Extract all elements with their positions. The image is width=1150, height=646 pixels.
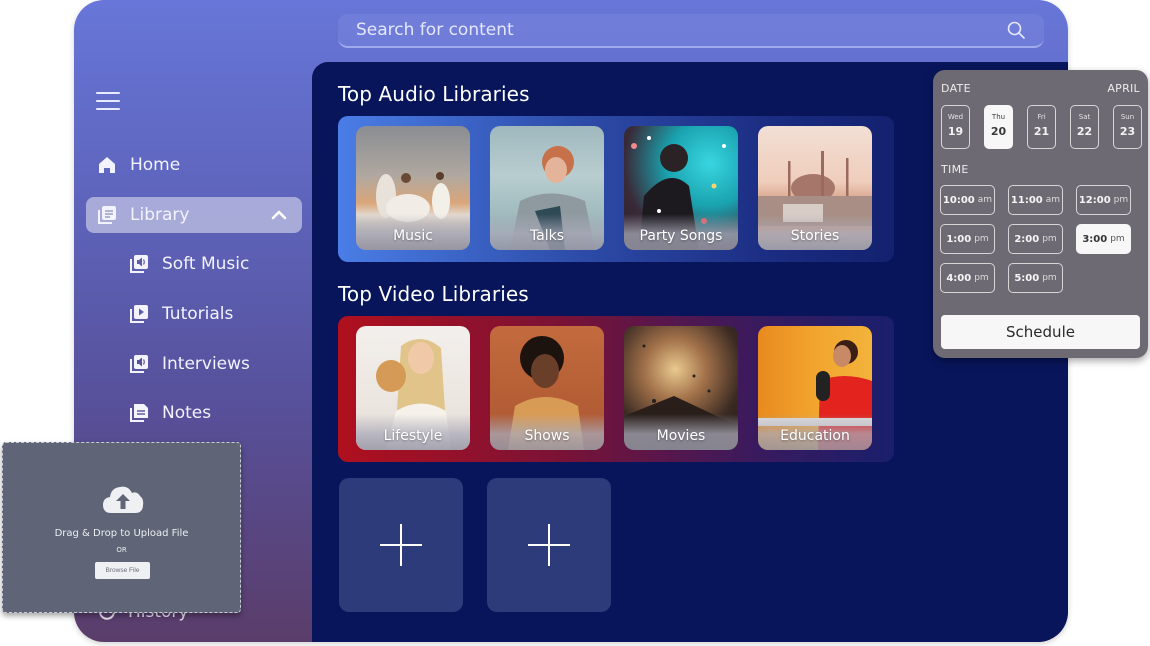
sidebar-item-tutorials[interactable]: Tutorials (118, 296, 308, 332)
slot-period: pm (1113, 195, 1129, 205)
tile-label: Shows (524, 428, 570, 444)
library-tile-lifestyle[interactable]: Lifestyle (356, 326, 470, 450)
day-name: Sat (1078, 113, 1091, 121)
day-name: Sun (1120, 113, 1135, 121)
day-option[interactable]: Fri 21 (1027, 105, 1056, 149)
date-label: DATE (941, 82, 971, 95)
sidebar-item-notes[interactable]: Notes (118, 395, 308, 431)
add-library-button[interactable] (487, 478, 611, 612)
sidebar-item-home[interactable]: Home (86, 147, 302, 183)
day-name: Wed (947, 113, 964, 121)
library-tile-education[interactable]: Education (758, 326, 872, 450)
library-tile-shows[interactable]: Shows (490, 326, 604, 450)
day-date: 21 (1033, 125, 1050, 138)
upload-or-label: OR (116, 546, 127, 554)
library-icon (96, 204, 118, 226)
month-label: APRIL (1107, 82, 1140, 95)
audio-section-title: Top Audio Libraries (338, 82, 530, 106)
library-tile-party-songs[interactable]: Party Songs (624, 126, 738, 250)
tile-label: Lifestyle (383, 428, 443, 444)
home-icon (96, 154, 118, 176)
tile-label: Stories (790, 228, 840, 244)
slot-time: 12:00 (1078, 194, 1111, 206)
slot-time: 3:00 (1082, 233, 1108, 245)
search-bar[interactable] (338, 14, 1044, 48)
day-date: 23 (1119, 125, 1136, 138)
day-option[interactable]: Sun 23 (1113, 105, 1142, 149)
sidebar-item-label: Interviews (162, 354, 250, 374)
slot-period: pm (1110, 234, 1125, 244)
time-slot-selected[interactable]: 3:00 pm (1076, 224, 1131, 254)
notes-icon (128, 402, 150, 424)
upload-instructions: Drag & Drop to Upload File (54, 528, 189, 539)
time-slot[interactable]: 1:00 pm (940, 224, 995, 254)
menu-icon[interactable] (96, 92, 120, 110)
slot-time: 10:00 (942, 194, 975, 206)
browse-file-button[interactable]: Browse File (95, 562, 150, 579)
sidebar-item-label: Library (130, 205, 190, 225)
day-date: 22 (1076, 125, 1093, 138)
tile-label: Music (393, 228, 433, 244)
time-slot[interactable]: 5:00 pm (1008, 263, 1063, 293)
slot-time: 11:00 (1010, 194, 1043, 206)
sidebar-item-label: Soft Music (162, 254, 250, 274)
library-tile-music[interactable]: Music (356, 126, 470, 250)
slot-time: 2:00 (1014, 233, 1040, 245)
library-tile-stories[interactable]: Stories (758, 126, 872, 250)
day-option[interactable]: Sat 22 (1070, 105, 1099, 149)
schedule-button[interactable]: Schedule (941, 315, 1140, 349)
time-slot[interactable]: 4:00 pm (940, 263, 995, 293)
tile-label: Talks (529, 228, 565, 244)
add-library-button[interactable] (339, 478, 463, 612)
schedule-widget: DATE APRIL Wed 19 Thu 20 Fri 21 Sat 22 S… (933, 70, 1148, 358)
day-name: Thu (991, 113, 1006, 121)
upload-dropzone[interactable]: Drag & Drop to Upload File OR Browse Fil… (2, 442, 241, 613)
day-option[interactable]: Wed 19 (941, 105, 970, 149)
slot-time: 1:00 (946, 233, 972, 245)
day-date: 20 (990, 125, 1007, 138)
cloud-upload-icon (103, 486, 144, 513)
time-label: TIME (941, 163, 969, 176)
slot-period: pm (974, 234, 989, 244)
day-name: Fri (1037, 113, 1046, 121)
slot-time: 4:00 (946, 272, 972, 284)
plus-icon (380, 524, 422, 566)
slot-period: am (1045, 195, 1061, 205)
sidebar-item-library[interactable]: Library (86, 197, 302, 233)
time-slot[interactable]: 10:00 am (940, 185, 995, 215)
sidebar-item-interviews[interactable]: Interviews (118, 346, 308, 382)
slot-period: pm (1042, 234, 1057, 244)
search-input[interactable] (356, 20, 1006, 40)
tile-label: Education (780, 428, 850, 444)
search-icon[interactable] (1006, 20, 1026, 40)
video-section-title: Top Video Libraries (338, 282, 529, 306)
video-library-icon (128, 303, 150, 325)
slot-time: 5:00 (1014, 272, 1040, 284)
time-slot[interactable]: 12:00 pm (1076, 185, 1131, 215)
library-tile-movies[interactable]: Movies (624, 326, 738, 450)
time-slot[interactable]: 11:00 am (1008, 185, 1063, 215)
video-libraries-strip: Lifestyle Shows Movies Education (338, 316, 894, 462)
plus-icon (528, 524, 570, 566)
day-date: 19 (947, 125, 964, 138)
sidebar-item-label: Notes (162, 403, 212, 423)
library-tile-talks[interactable]: Talks (490, 126, 604, 250)
sidebar-item-label: Tutorials (162, 304, 234, 324)
day-option-selected[interactable]: Thu 20 (984, 105, 1013, 149)
tile-label: Party Songs (639, 228, 723, 244)
tile-label: Movies (656, 428, 706, 444)
audio-library-icon (128, 253, 150, 275)
slot-period: am (977, 195, 993, 205)
slot-period: pm (1042, 273, 1057, 283)
slot-period: pm (974, 273, 989, 283)
time-slot[interactable]: 2:00 pm (1008, 224, 1063, 254)
audio-library-icon (128, 353, 150, 375)
sidebar-item-soft-music[interactable]: Soft Music (118, 246, 308, 282)
chevron-up-icon[interactable] (270, 206, 288, 224)
sidebar-item-label: Home (130, 155, 181, 175)
audio-libraries-strip: Music Talks Party Songs Stories (338, 116, 894, 262)
